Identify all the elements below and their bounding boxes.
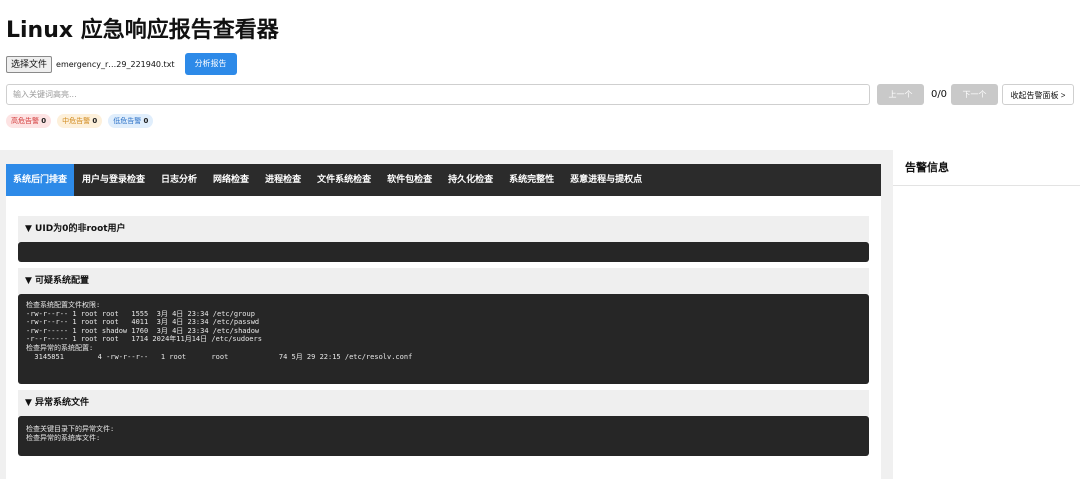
file-row: 选择文件 emergency_r…29_221940.txt 分析报告 <box>6 53 237 75</box>
page-title: Linux 应急响应报告查看器 <box>6 18 279 43</box>
section-output-suspicious-config: 检查系统配置文件权限: -rw-r--r-- 1 root root 1555 … <box>18 294 869 384</box>
tab-network-check[interactable]: 网络检查 <box>205 164 257 196</box>
section-output-uid0 <box>18 242 869 262</box>
report-panel: 系统后门排查 用户与登录检查 日志分析 网络检查 进程检查 文件系统检查 软件包… <box>6 164 881 479</box>
choose-file-button[interactable]: 选择文件 <box>6 55 53 73</box>
main-area: 系统后门排查 用户与登录检查 日志分析 网络检查 进程检查 文件系统检查 软件包… <box>0 150 1080 479</box>
section-header-suspicious-config[interactable]: ▼ 可疑系统配置 <box>18 268 869 294</box>
alert-badges: 高危告警 0 中危告警 0 低危告警 0 <box>6 114 154 128</box>
tab-bar: 系统后门排查 用户与登录检查 日志分析 网络检查 进程检查 文件系统检查 软件包… <box>6 164 881 196</box>
low-alert-label: 低危告警 <box>113 117 142 125</box>
high-alert-badge[interactable]: 高危告警 0 <box>6 114 52 128</box>
mid-alert-count: 0 <box>92 117 98 125</box>
tab-package-check[interactable]: 软件包检查 <box>379 164 440 196</box>
next-match-button[interactable]: 下一个 <box>951 84 998 105</box>
tab-process-check[interactable]: 进程检查 <box>257 164 309 196</box>
high-alert-count: 0 <box>41 117 47 125</box>
keyword-search-input[interactable] <box>6 84 870 105</box>
low-alert-badge[interactable]: 低危告警 0 <box>108 114 154 128</box>
tab-log-analysis[interactable]: 日志分析 <box>153 164 205 196</box>
tab-persistence-check[interactable]: 持久化检查 <box>440 164 501 196</box>
alert-panel-title: 告警信息 <box>893 150 1080 186</box>
tab-system-integrity[interactable]: 系统完整性 <box>501 164 562 196</box>
search-row: 上一个 0/0 下一个 收起告警面板 > <box>6 84 1074 106</box>
tab-filesystem-check[interactable]: 文件系统检查 <box>309 164 379 196</box>
file-name: emergency_r…29_221940.txt <box>56 59 175 69</box>
low-alert-count: 0 <box>143 117 149 125</box>
section-header-uid0[interactable]: ▼ UID为0的非root用户 <box>18 216 869 242</box>
mid-alert-label: 中危告警 <box>62 117 91 125</box>
tab-user-login-check[interactable]: 用户与登录检查 <box>74 164 153 196</box>
section-header-abnormal-files[interactable]: ▼ 异常系统文件 <box>18 390 869 416</box>
mid-alert-badge[interactable]: 中危告警 0 <box>57 114 103 128</box>
high-alert-label: 高危告警 <box>11 117 39 125</box>
tab-malicious-process[interactable]: 恶意进程与提权点 <box>562 164 650 196</box>
collapse-alert-panel-button[interactable]: 收起告警面板 > <box>1002 84 1074 105</box>
section-output-abnormal-files: 检查关键目录下的异常文件: 检查异常的系统库文件: <box>18 416 869 456</box>
alert-side-panel: 告警信息 <box>893 150 1080 479</box>
prev-match-button[interactable]: 上一个 <box>877 84 924 105</box>
tab-backdoor-check[interactable]: 系统后门排查 <box>6 164 75 196</box>
analyze-report-button[interactable]: 分析报告 <box>184 53 237 75</box>
match-counter: 0/0 <box>930 89 948 100</box>
report-content: ▼ UID为0的非root用户 ▼ 可疑系统配置 检查系统配置文件权限: -rw… <box>18 216 869 456</box>
